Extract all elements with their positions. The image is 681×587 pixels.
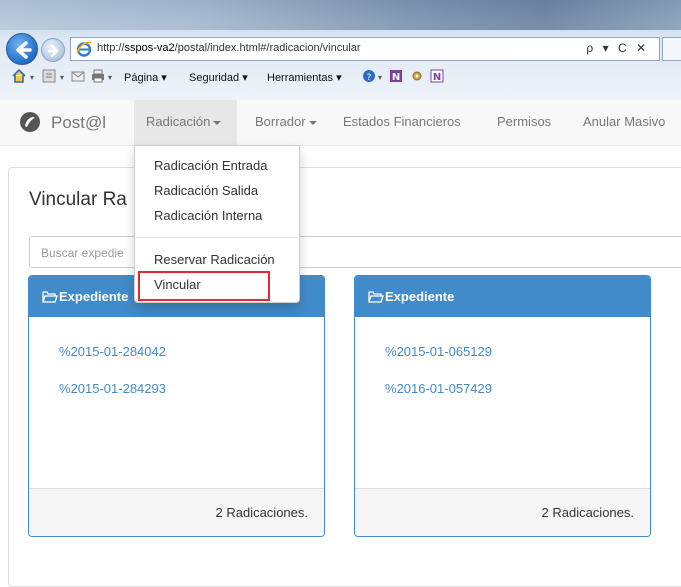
print-icon[interactable] (91, 69, 105, 83)
link-label: 2015-01-284293 (70, 381, 166, 396)
menu-pagina[interactable]: Página ▾ (124, 71, 167, 84)
feeds-icon[interactable] (42, 69, 56, 83)
expediente-card: Expediente %2015-01-284042 %2015-01-2842… (28, 275, 325, 537)
command-bar: ▾ ▾ ▾ Página ▾ Seguridad ▾ Herramientas … (0, 64, 681, 90)
expediente-link[interactable]: %2016-01-057429 (385, 381, 492, 396)
nav-borrador-label: Borrador (255, 114, 306, 129)
link-icon: % (385, 344, 397, 359)
link-icon: % (385, 381, 397, 396)
title-bar (0, 0, 681, 30)
nav-borrador[interactable]: Borrador (255, 114, 317, 129)
nav-permisos[interactable]: Permisos (497, 114, 551, 129)
expediente-card: Expediente %2015-01-065129 %2016-01-0574… (354, 275, 651, 537)
radicaciones-count: 2 Radicaciones. (541, 505, 635, 520)
card-footer: 2 Radicaciones. (355, 488, 650, 536)
home-icon[interactable] (12, 69, 26, 83)
folder-open-icon (42, 291, 58, 303)
svg-text:N: N (433, 72, 441, 83)
expediente-link[interactable]: %2015-01-284293 (59, 381, 166, 396)
svg-text:?: ? (367, 73, 372, 83)
menu-seguridad[interactable]: Seguridad ▾ (189, 71, 248, 84)
nav-estados-financieros[interactable]: Estados Financieros (343, 114, 461, 129)
link-icon: % (59, 381, 71, 396)
svg-text:N: N (392, 72, 400, 83)
expediente-link[interactable]: %2015-01-284042 (59, 344, 166, 359)
card-header: Expediente (355, 276, 650, 317)
address-bar[interactable]: http://sspos-va2/postal/index.html#/radi… (70, 37, 660, 61)
url-text: http://sspos-va2/postal/index.html#/radi… (97, 42, 361, 54)
nav-radicacion-label: Radicación (146, 114, 211, 129)
brand-logo-icon[interactable] (19, 111, 41, 133)
browser-tab[interactable] (662, 37, 681, 61)
radicaciones-count: 2 Radicaciones. (215, 505, 309, 520)
expediente-link[interactable]: %2015-01-065129 (385, 344, 492, 359)
onenote-icon[interactable]: N (389, 69, 403, 83)
caret-down-icon (308, 120, 317, 125)
browser-chrome: http://sspos-va2/postal/index.html#/radi… (0, 0, 681, 100)
app-navbar: Post@l Radicación Borrador Estados Finan… (0, 100, 681, 146)
link-label: 2015-01-065129 (396, 344, 492, 359)
brand-name[interactable]: Post@l (51, 113, 106, 133)
search-input[interactable]: Buscar expedie (29, 236, 681, 268)
menu-herramientas[interactable]: Herramientas ▾ (267, 71, 342, 84)
menu-item-radicacion-entrada[interactable]: Radicación Entrada (154, 158, 267, 173)
help-icon[interactable]: ? (362, 69, 376, 83)
mail-icon[interactable] (71, 69, 85, 83)
forward-button[interactable] (41, 38, 65, 62)
card-header-label: Expediente (59, 289, 129, 304)
link-label: 2016-01-057429 (396, 381, 492, 396)
caret-down-icon (213, 120, 222, 125)
folder-open-icon (368, 291, 384, 303)
search-placeholder: Buscar expedie (41, 246, 124, 260)
menu-item-radicacion-interna[interactable]: Radicación Interna (154, 208, 262, 223)
nav-anular-masivo[interactable]: Anular Masivo (583, 114, 665, 129)
back-button[interactable] (6, 33, 38, 65)
vincular-highlight-box (138, 271, 270, 301)
forward-arrow-icon (47, 44, 59, 58)
gear-icon[interactable] (410, 69, 424, 83)
link-icon: % (59, 344, 71, 359)
nav-radicacion[interactable]: Radicación (146, 114, 222, 129)
card-header-label: Expediente (385, 289, 455, 304)
menu-item-radicacion-salida[interactable]: Radicación Salida (154, 183, 258, 198)
menu-divider (136, 237, 298, 238)
back-arrow-icon (16, 41, 32, 59)
card-footer: 2 Radicaciones. (29, 488, 324, 536)
ie-logo-icon (76, 41, 92, 57)
link-label: 2015-01-284042 (70, 344, 166, 359)
address-controls[interactable]: ρ ▾ C ✕ (586, 41, 649, 55)
menu-item-reservar-radicacion[interactable]: Reservar Radicación (154, 252, 275, 267)
onenote-send-icon[interactable]: N (430, 69, 444, 83)
page-title: Vincular Ra (29, 189, 127, 210)
